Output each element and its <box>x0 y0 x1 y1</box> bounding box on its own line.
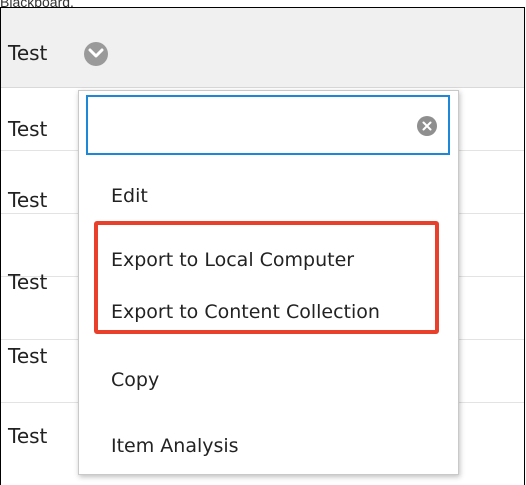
menu-item-export-content-collection[interactable]: Export to Content Collection <box>111 301 380 323</box>
menu-item-export-local[interactable]: Export to Local Computer <box>111 249 354 271</box>
content-list: Test Test Test Test Test Test Edit Expor <box>0 7 525 485</box>
row-label: Test <box>8 188 48 212</box>
menu-item-edit[interactable]: Edit <box>111 185 148 207</box>
chevron-down-icon[interactable] <box>84 42 108 66</box>
menu-item-item-analysis[interactable]: Item Analysis <box>111 435 239 457</box>
menu-search-input[interactable] <box>94 105 398 147</box>
header-label: Test <box>8 41 48 65</box>
context-menu: Edit Export to Local Computer Export to … <box>78 90 459 475</box>
list-header-row: Test <box>1 8 524 88</box>
clear-icon[interactable] <box>417 116 437 136</box>
row-label: Test <box>8 117 48 141</box>
row-label: Test <box>8 424 48 448</box>
menu-item-copy[interactable]: Copy <box>111 369 159 391</box>
menu-search-box <box>86 95 450 155</box>
